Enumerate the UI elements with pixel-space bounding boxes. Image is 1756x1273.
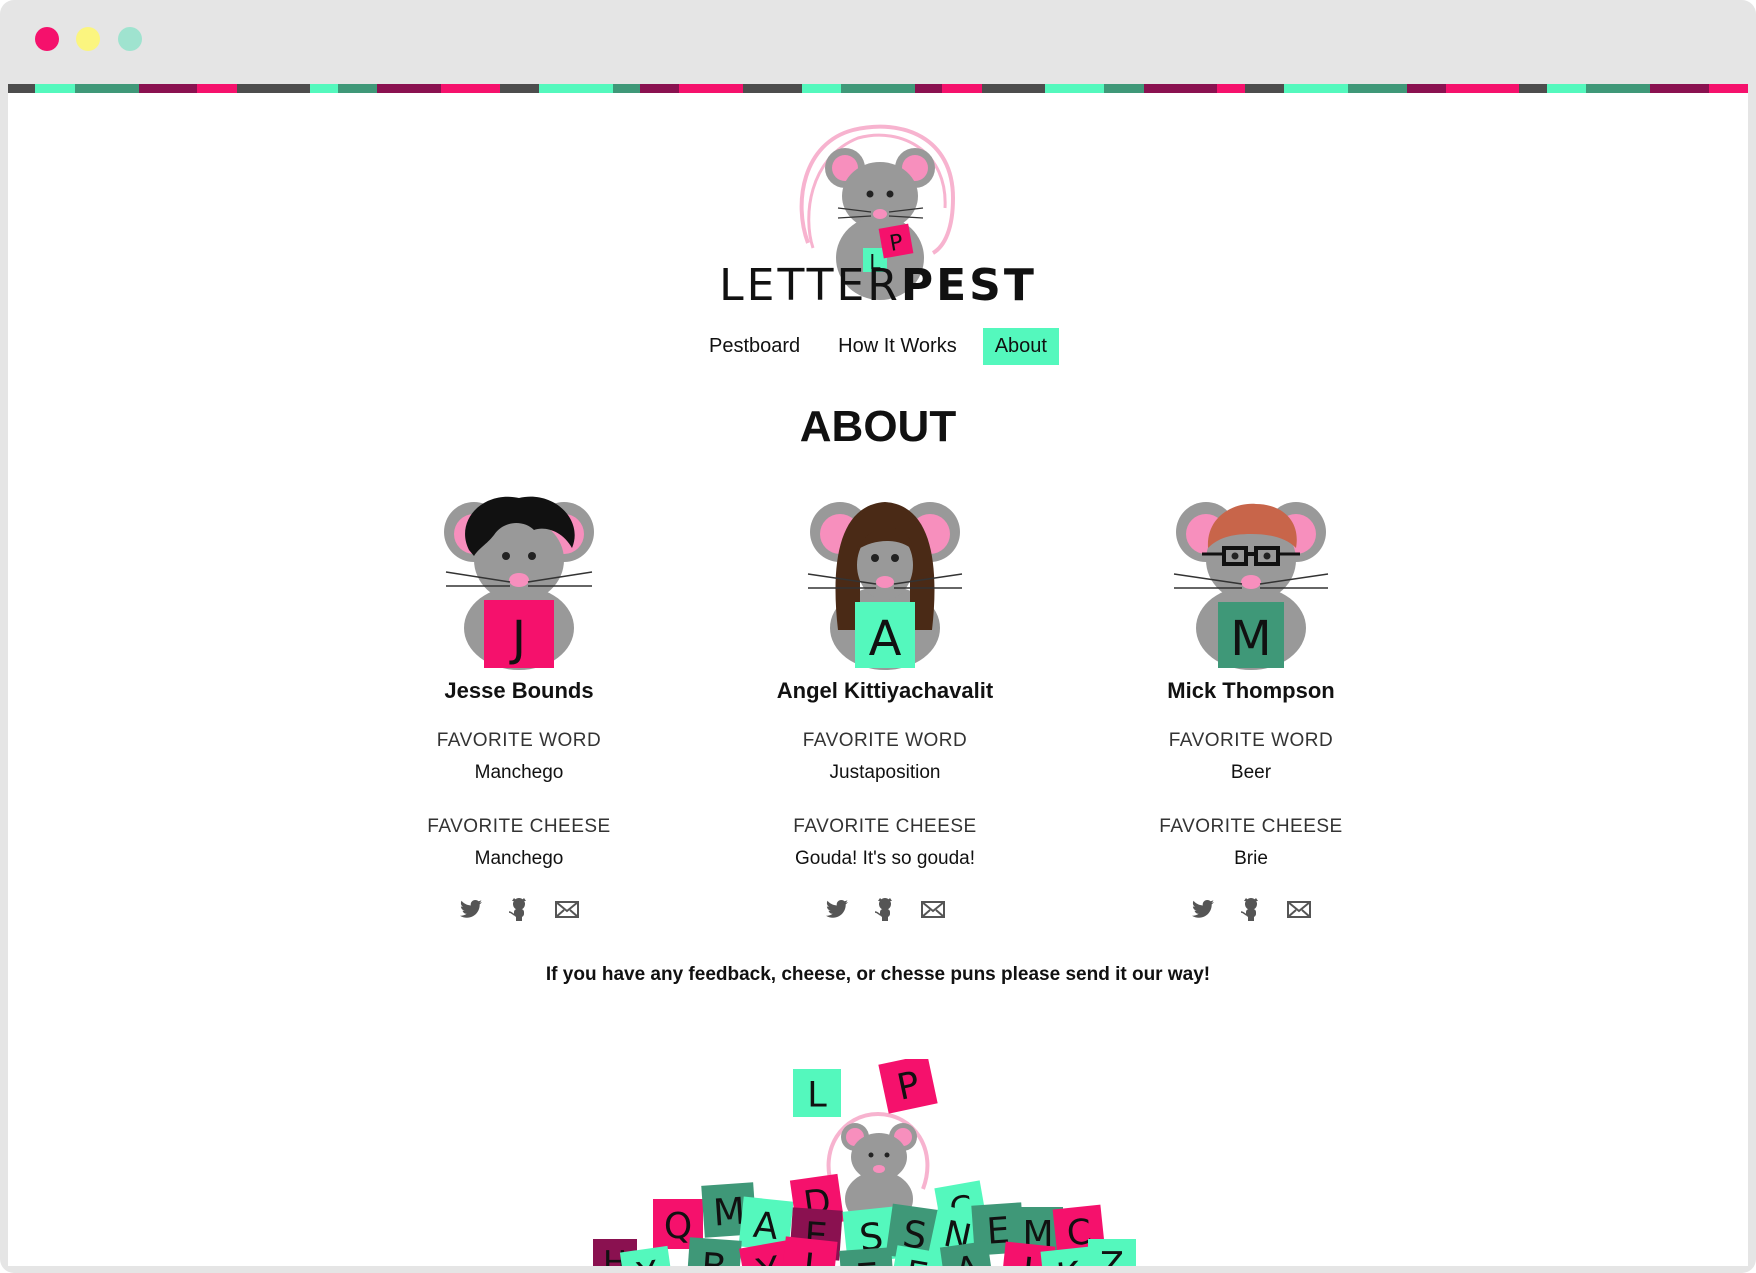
stripe-segment <box>1283 84 1348 93</box>
stripe-segment <box>1406 84 1446 93</box>
close-window-button[interactable] <box>35 27 59 51</box>
stripe-segment <box>1586 84 1650 93</box>
jesse-mouse-avatar: J <box>444 496 594 670</box>
stripe-segment <box>801 84 842 93</box>
stripe-segment <box>377 84 441 93</box>
page-viewport: L P LETTERPEST Pestboard How It Works Ab… <box>8 84 1748 1266</box>
letter-pile-illustration: QMADESSCNEMCHXBYIEEAIKZLP <box>593 1059 1136 1266</box>
nav-item-how-it-works[interactable]: How It Works <box>826 328 969 365</box>
stripe-segment <box>612 84 641 93</box>
stripe-segment <box>1104 84 1144 93</box>
stripe-segment <box>1649 84 1709 93</box>
letter-tile-text: B <box>700 1245 728 1266</box>
stripe-segment <box>841 84 915 93</box>
nav-item-about[interactable]: About <box>982 328 1059 365</box>
svg-text:M: M <box>1230 611 1271 667</box>
stripe-segment <box>1347 84 1407 93</box>
stripe-segment <box>1045 84 1105 93</box>
browser-window: L P LETTERPEST Pestboard How It Works Ab… <box>0 0 1756 1273</box>
favorite-word-label: FAVORITE WORD <box>1168 730 1334 751</box>
letter-tile: B <box>686 1237 742 1266</box>
stripe-segment <box>310 84 338 93</box>
stripe-segment <box>914 84 943 93</box>
stripe-segment <box>8 84 36 93</box>
favorite-word-value: Manchego <box>474 762 564 783</box>
stripe-segment <box>538 84 613 93</box>
member-name: Jesse Bounds <box>444 678 594 703</box>
letter-tile: P <box>878 1059 938 1114</box>
stripe-segment <box>1546 84 1587 93</box>
stripe-segment <box>743 84 802 93</box>
letter-tile-text: L <box>807 1075 827 1115</box>
mail-icon[interactable] <box>1286 896 1312 922</box>
feedback-message: If you have any feedback, cheese, or che… <box>545 964 1211 985</box>
favorite-word-value: Beer <box>1230 762 1272 783</box>
social-links <box>735 896 1035 922</box>
team-member-mick: M Mick Thompson FAVORITE WORD Beer FAVOR… <box>1101 490 1401 922</box>
stripe-segment <box>1708 84 1748 93</box>
wordmark-bold: PEST <box>900 260 1037 311</box>
social-links <box>1101 896 1401 922</box>
letter-tile-text: Z <box>1100 1245 1124 1266</box>
favorite-cheese-label: FAVORITE CHEESE <box>1159 816 1343 837</box>
letter-tile-text: A <box>751 1205 780 1248</box>
stripe-segment <box>1217 84 1245 93</box>
stripe-segment <box>138 84 198 93</box>
stripe-segment <box>640 84 680 93</box>
twitter-icon[interactable] <box>824 896 850 922</box>
mail-icon[interactable] <box>920 896 946 922</box>
wordmark-light: LETTER <box>719 260 901 311</box>
nav-item-pestboard[interactable]: Pestboard <box>697 328 812 365</box>
stripe-segment <box>1244 84 1284 93</box>
stripe-segment <box>942 84 982 93</box>
svg-text:J: J <box>509 611 526 667</box>
favorite-cheese-value: Manchego <box>474 848 564 869</box>
member-name: Angel Kittiyachavalit <box>776 678 994 703</box>
favorite-cheese-value: Gouda! It's so gouda! <box>794 848 976 869</box>
social-links <box>369 896 669 922</box>
member-name: Mick Thompson <box>1167 678 1335 703</box>
letter-tile: Z <box>1088 1239 1136 1266</box>
stripe-segment <box>337 84 378 93</box>
stripe-segment <box>1519 84 1547 93</box>
stripe-segment <box>679 84 744 93</box>
letter-tile-text: Q <box>664 1206 692 1247</box>
letter-tile-text: E <box>854 1255 880 1266</box>
main-nav: Pestboard How It Works About <box>8 328 1748 365</box>
mick-mouse-avatar: M <box>1173 502 1329 670</box>
stripe-segment <box>236 84 311 93</box>
decorative-stripe <box>8 84 1748 93</box>
angel-mouse-avatar: A <box>807 502 963 670</box>
minimize-window-button[interactable] <box>76 27 100 51</box>
mail-icon[interactable] <box>554 896 580 922</box>
twitter-icon[interactable] <box>458 896 484 922</box>
favorite-word-value: Justaposition <box>829 762 941 783</box>
letter-tile: L <box>793 1069 841 1117</box>
favorite-word-label: FAVORITE WORD <box>436 730 602 751</box>
team-member-jesse: J Jesse Bounds FAVORITE WORD Manchego FA… <box>369 490 669 922</box>
zoom-window-button[interactable] <box>118 27 142 51</box>
stripe-segment <box>35 84 75 93</box>
github-icon[interactable] <box>506 896 532 922</box>
title-bar <box>0 0 1756 84</box>
github-icon[interactable] <box>872 896 898 922</box>
letterpest-wordmark: LETTERPEST <box>8 260 1748 311</box>
svg-text:A: A <box>869 611 902 667</box>
stripe-segment <box>981 84 1046 93</box>
favorite-cheese-label: FAVORITE CHEESE <box>427 816 611 837</box>
page-title: ABOUT <box>799 402 957 451</box>
stripe-segment <box>1143 84 1218 93</box>
stripe-segment <box>197 84 237 93</box>
stripe-segment <box>499 84 539 93</box>
favorite-cheese-value: Brie <box>1234 848 1268 869</box>
stripe-segment <box>74 84 139 93</box>
github-icon[interactable] <box>1238 896 1264 922</box>
favorite-cheese-label: FAVORITE CHEESE <box>793 816 977 837</box>
stripe-segment <box>440 84 500 93</box>
stripe-segment <box>1445 84 1520 93</box>
favorite-word-label: FAVORITE WORD <box>802 730 968 751</box>
team-member-angel: A Angel Kittiyachavalit FAVORITE WORD Ju… <box>735 490 1035 922</box>
twitter-icon[interactable] <box>1190 896 1216 922</box>
